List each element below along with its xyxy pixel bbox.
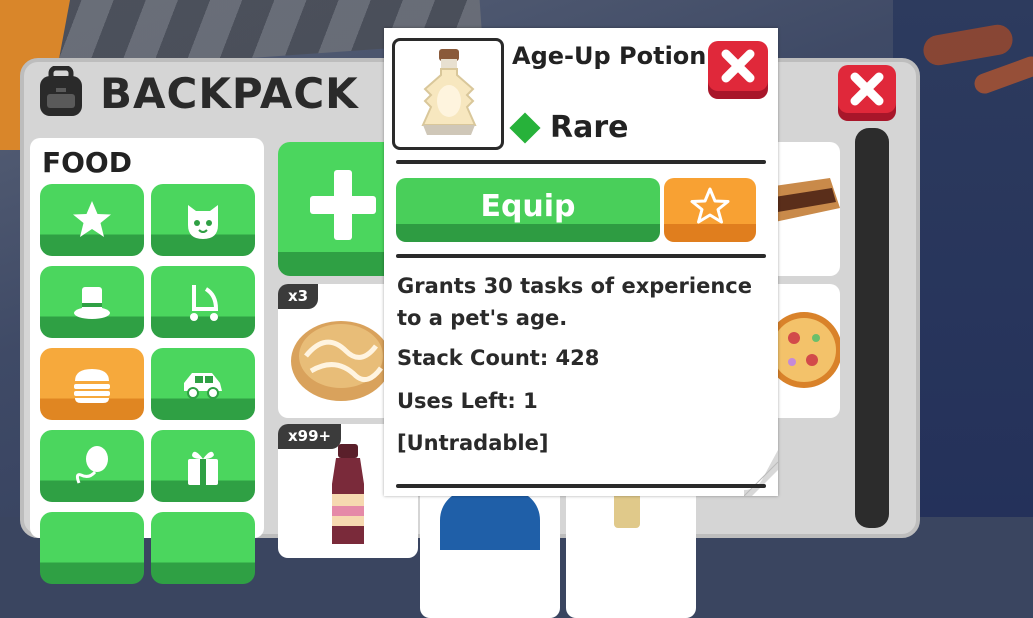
category-pets[interactable] (151, 184, 255, 256)
stack-count: Stack Count: 428 (397, 346, 600, 370)
plus-icon (310, 170, 376, 240)
potion-icon (421, 49, 477, 135)
category-vehicles[interactable] (151, 348, 255, 420)
backpack-icon (40, 66, 82, 116)
item-tile[interactable] (566, 484, 696, 618)
item-name: Age-Up Potion (512, 42, 707, 70)
divider (396, 484, 766, 488)
uses-left: Uses Left: 1 (397, 389, 538, 413)
item-preview (392, 38, 504, 150)
favorite-button[interactable] (664, 178, 756, 242)
balloon-icon (75, 446, 108, 484)
cinnamon-roll-icon (291, 321, 391, 401)
rarity-row: Rare (509, 110, 629, 145)
backpack-header: BACKPACK (34, 66, 359, 120)
category-button[interactable] (151, 512, 255, 584)
item-tile[interactable] (420, 484, 560, 618)
burger-icon (74, 369, 110, 403)
divider (396, 254, 766, 258)
rarity-label: Rare (550, 110, 629, 145)
category-panel: FOOD (30, 138, 264, 584)
close-tooltip-button[interactable] (707, 40, 769, 100)
category-button[interactable] (40, 512, 144, 584)
car-icon (184, 373, 222, 399)
equip-label: Equip (480, 188, 576, 224)
stroller-icon (190, 285, 219, 321)
category-favorites[interactable] (40, 184, 144, 256)
equip-button[interactable]: Equip (396, 178, 660, 242)
category-accessories[interactable] (40, 266, 144, 338)
cat-icon (188, 205, 218, 239)
item-description: Grants 30 tasks of experience to a pet's… (397, 274, 752, 330)
close-backpack-button[interactable] (837, 64, 897, 122)
gift-icon (188, 451, 218, 485)
category-gifts[interactable] (151, 430, 255, 502)
category-toys[interactable] (40, 430, 144, 502)
page-fold (744, 450, 778, 496)
top-hat-icon (74, 287, 110, 319)
star-outline-icon (690, 187, 730, 224)
category-title: FOOD (42, 146, 132, 179)
backpack-title: BACKPACK (100, 68, 359, 118)
star-icon (73, 201, 111, 237)
item-scrollbar[interactable] (855, 128, 889, 528)
category-strollers[interactable] (151, 266, 255, 338)
tradable-status: [Untradable] (397, 431, 549, 455)
divider (396, 160, 766, 164)
rarity-diamond-icon (509, 111, 541, 144)
drink-icon (332, 444, 364, 544)
category-food[interactable] (40, 348, 144, 420)
